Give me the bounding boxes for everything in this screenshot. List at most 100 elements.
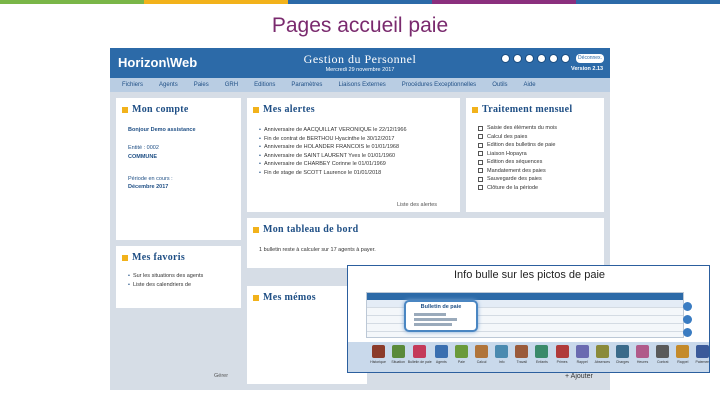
home-icon[interactable] <box>537 54 546 63</box>
tool-button[interactable]: Info <box>494 342 510 372</box>
menu-agents[interactable]: Agents <box>151 82 186 88</box>
checkbox[interactable] <box>478 151 483 157</box>
checkbox[interactable] <box>478 125 483 131</box>
tooltip-label: Info bulle sur les pictos de paie <box>453 269 606 281</box>
help-icon[interactable] <box>513 54 522 63</box>
pay-tool-icon <box>413 345 427 358</box>
list-item[interactable]: Calcul des paies <box>478 133 557 142</box>
alert-list-link[interactable]: Liste des alertes <box>397 202 437 208</box>
pay-tool-icon <box>696 345 709 358</box>
panel-title: Mes alertes <box>263 104 315 115</box>
tool-button[interactable]: Rappel <box>675 342 691 372</box>
tool-button[interactable]: Contrat <box>655 342 671 372</box>
bullet-square-icon <box>253 106 259 113</box>
tool-button[interactable]: Historique <box>370 342 386 372</box>
gerer-link[interactable]: Gérer <box>214 373 228 379</box>
tool-label: Calcul <box>476 360 487 364</box>
tool-button[interactable]: Travail <box>514 342 530 372</box>
checkbox[interactable] <box>478 185 483 191</box>
list-item[interactable]: Fin de contrat de BERTHOU Hyacinthe le 3… <box>259 135 407 144</box>
ajouter-button[interactable]: + Ajouter <box>565 373 593 380</box>
arrow-down-icon[interactable] <box>683 328 692 337</box>
tooltip-callout: Info bulle sur les pictos de paie Bullet… <box>347 265 710 373</box>
pay-tool-icon <box>475 345 489 358</box>
close-icon[interactable] <box>561 54 570 63</box>
list-item[interactable]: Clôture de la période <box>478 184 557 193</box>
panel-title: Mes mémos <box>263 292 316 303</box>
tool-button[interactable]: Agents <box>433 342 449 372</box>
list-item[interactable]: Liste des calendriers de <box>128 281 203 290</box>
tool-label: Info <box>498 360 505 364</box>
list-item[interactable]: Anniversaire de CHARBEY Corinne le 01/01… <box>259 160 407 169</box>
menu-liaisons[interactable]: Liaisons Externes <box>330 82 393 88</box>
panel-mes-alertes: Mes alertes Anniversaire de AACQUILLAT V… <box>247 98 460 212</box>
header-date: Mercredi 29 novembre 2017 <box>325 67 395 73</box>
tool-label: Primes <box>556 360 568 364</box>
tool-button[interactable]: Enfants <box>534 342 550 372</box>
checkbox[interactable] <box>478 159 483 165</box>
question-icon[interactable] <box>549 54 558 63</box>
tool-label: Rappel <box>677 360 689 364</box>
entite: Entité : 0002 <box>128 145 159 151</box>
tool-button[interactable]: Absences <box>594 342 610 372</box>
greeting: Bonjour Demo assistance <box>128 127 196 133</box>
arrow-right-icon[interactable] <box>683 315 692 324</box>
menu-aide[interactable]: Aide <box>516 82 544 88</box>
tool-button[interactable]: Paiement <box>695 342 709 372</box>
tool-button[interactable]: Charges <box>614 342 630 372</box>
menu-paies[interactable]: Paies <box>186 82 217 88</box>
menu-editions[interactable]: Editions <box>246 82 283 88</box>
list-item[interactable]: Edition des séquences <box>478 158 557 167</box>
menu-parametres[interactable]: Paramètres <box>283 82 330 88</box>
info-icon[interactable] <box>525 54 534 63</box>
tool-button[interactable]: Calcul <box>474 342 490 372</box>
tool-label: Historique <box>370 360 386 364</box>
list-item[interactable]: Anniversaire de SAINT LAURENT Yves le 01… <box>259 152 407 161</box>
tool-button[interactable]: Rappel <box>574 342 590 372</box>
tool-button[interactable]: Heures <box>635 342 651 372</box>
list-item[interactable]: Fin de stage de SCOTT Laurence le 01/01/… <box>259 169 407 178</box>
panel-traitement-mensuel: Traitement mensuel Saisie des éléments d… <box>466 98 604 212</box>
periode-label: Période en cours : <box>128 176 173 182</box>
panel-title: Mon compte <box>132 104 189 115</box>
menu-outils[interactable]: Outils <box>484 82 515 88</box>
tool-button[interactable]: Bulletin de paie <box>408 342 432 372</box>
bulle-popup: Bulletin de paie <box>404 300 478 332</box>
list-item[interactable]: Anniversaire de HOLANDER FRANCOIS le 01/… <box>259 143 407 152</box>
commune: COMMUNE <box>128 154 158 160</box>
menu-grh[interactable]: GRH <box>217 82 246 88</box>
logout-button[interactable]: Déconnex. <box>576 54 604 63</box>
pay-tool-icon <box>575 345 589 358</box>
tool-button[interactable]: Situation <box>390 342 406 372</box>
tool-button[interactable]: Primes <box>554 342 570 372</box>
dashboard-text: 1 bulletin reste à calculer sur 17 agent… <box>259 247 376 253</box>
list-item[interactable]: Anniversaire de AACQUILLAT VERONIQUE le … <box>259 126 407 135</box>
user-icon[interactable] <box>501 54 510 63</box>
list-item[interactable]: Saisie des éléments du mois <box>478 124 557 133</box>
bulle-lines <box>414 313 468 326</box>
list-item-label: Mandatement des paies <box>487 167 546 174</box>
list-item[interactable]: Sur les situations des agents <box>128 272 203 281</box>
arrow-up-icon[interactable] <box>683 302 692 311</box>
tool-label: Agents <box>435 360 447 364</box>
checkbox[interactable] <box>478 142 483 148</box>
list-item[interactable]: Edition des bulletins de paie <box>478 141 557 150</box>
list-item[interactable]: Mandatement des paies <box>478 167 557 176</box>
tool-label: Heures <box>636 360 649 364</box>
checkbox[interactable] <box>478 134 483 140</box>
list-item[interactable]: Liaison Hopayra <box>478 150 557 159</box>
tool-button[interactable]: Paie <box>453 342 469 372</box>
checkbox[interactable] <box>478 168 483 174</box>
list-item-label: Calcul des paies <box>487 133 528 140</box>
pay-tool-icon <box>676 345 690 358</box>
checkbox[interactable] <box>478 176 483 182</box>
tool-label: Absences <box>594 360 610 364</box>
menu-procedures[interactable]: Procédures Exceptionnelles <box>394 82 484 88</box>
panel-title: Mon tableau de bord <box>263 224 359 235</box>
menu-bar: Fichiers Agents Paies GRH Editions Param… <box>110 78 610 92</box>
list-item[interactable]: Sauvegarde des paies <box>478 175 557 184</box>
pay-tool-icon <box>656 345 670 358</box>
tool-label: Rappel <box>576 360 588 364</box>
menu-fichiers[interactable]: Fichiers <box>114 82 151 88</box>
table-header <box>367 293 683 300</box>
